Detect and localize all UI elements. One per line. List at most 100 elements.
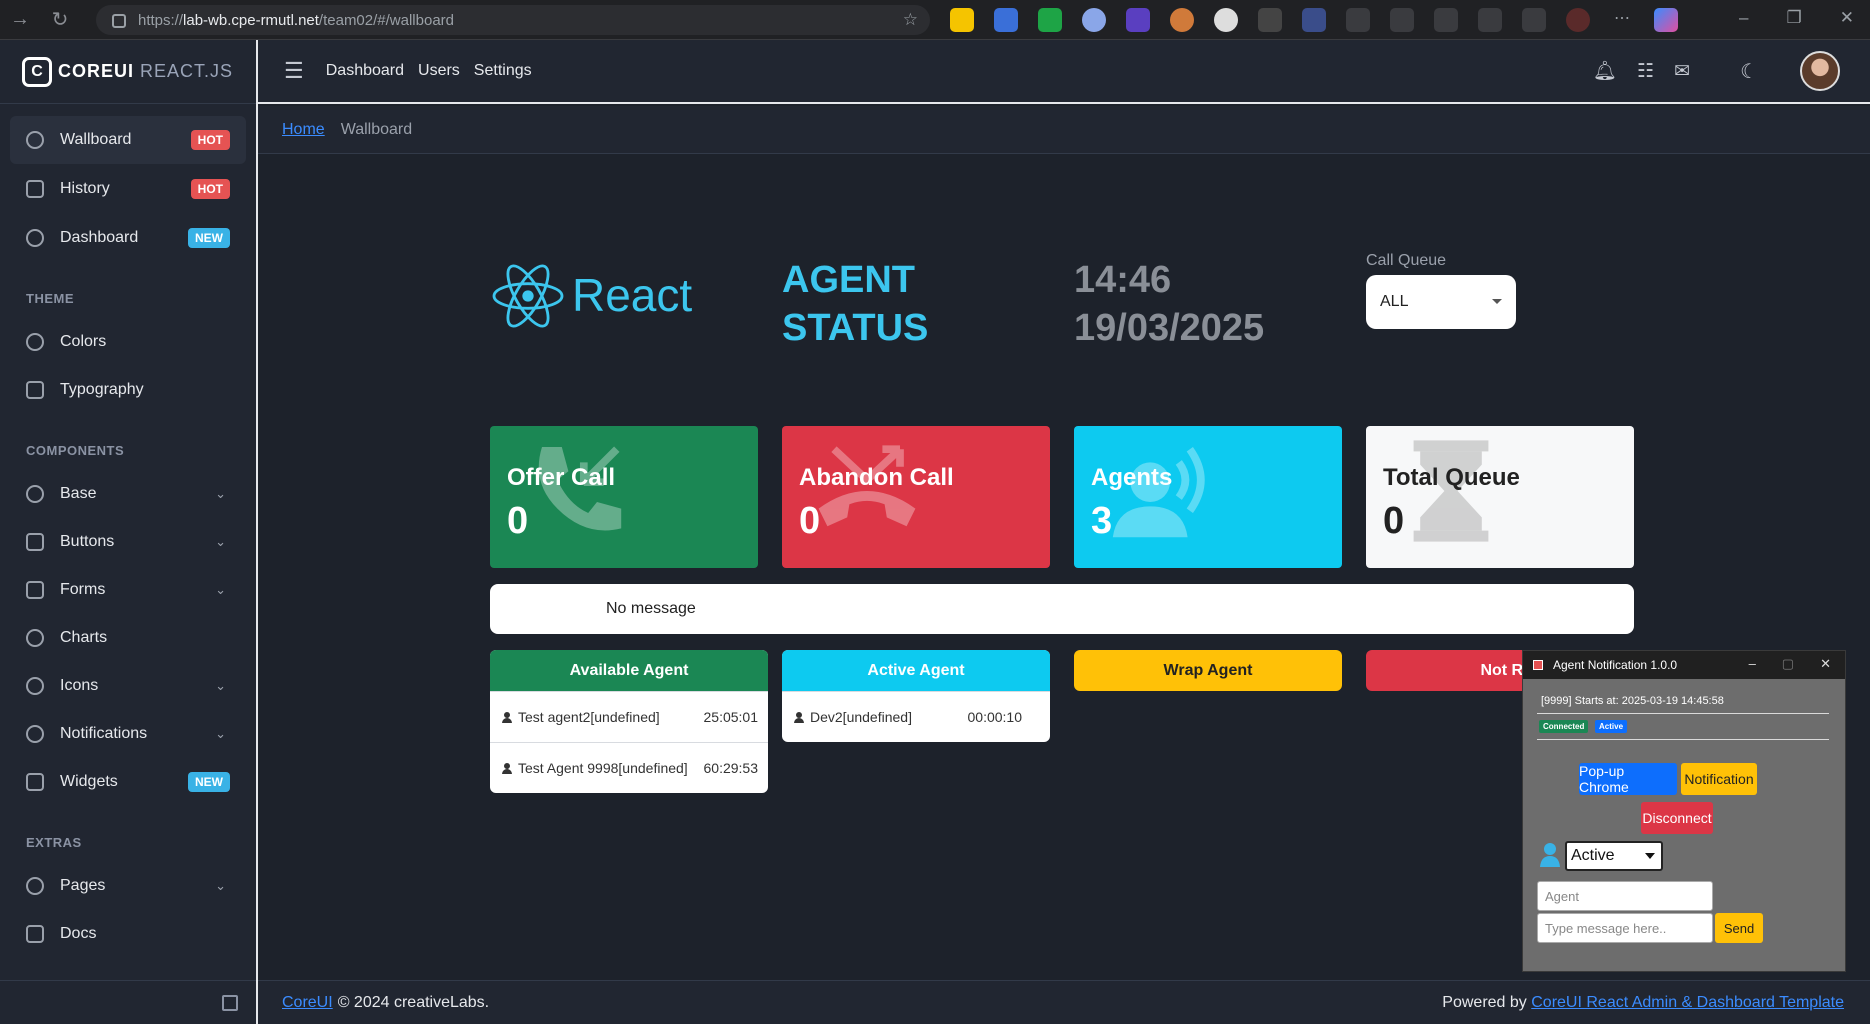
lock-icon [112,14,126,28]
avatar[interactable] [1800,51,1840,91]
forward-icon[interactable]: → [0,0,40,40]
browser-toolbar: → ↻ https:// lab-wb.cpe-rmutl.net /team0… [0,0,1870,40]
header-nav-users[interactable]: Users [418,62,460,80]
moon-icon[interactable]: ☾ [1740,59,1758,84]
breadcrumb-home-link[interactable]: Home [282,121,325,139]
sidebar-item-colors[interactable]: Colors [10,318,246,366]
sidebar-item-docs[interactable]: Docs [10,910,246,958]
sidebar-item-label: Notifications [60,725,148,742]
reload-icon[interactable]: ↻ [40,0,80,40]
hot-badge: HOT [190,179,230,199]
more-icon[interactable]: ⋯ [1610,8,1634,32]
divider [1537,713,1829,714]
chevron-down-icon: ⌄ [215,678,226,693]
user-icon [1540,843,1560,867]
bell-icon [26,725,44,743]
menu-icon[interactable]: ☰ [284,58,304,84]
sidebar-item-icons[interactable]: Icons ⌄ [10,662,246,710]
record-extension-icon[interactable] [1214,8,1238,32]
notification-button[interactable]: Notification [1681,763,1757,795]
agent-name: Test agent2[undefined] [518,709,660,725]
sidebar-item-charts[interactable]: Charts [10,614,246,662]
search-extension-icon[interactable] [1082,8,1106,32]
title-line: AGENT [782,259,915,301]
sidebar-item-notifications[interactable]: Notifications ⌄ [10,710,246,758]
envelope-open-icon[interactable]: ✉ [1674,60,1690,83]
brand[interactable]: C COREUI REACT.JS [0,40,256,104]
sidebar-item-buttons[interactable]: Buttons ⌄ [10,518,246,566]
sidebar-item-base[interactable]: Base ⌄ [10,470,246,518]
extension-icon[interactable] [1038,8,1062,32]
active-badge: Active [1595,720,1628,733]
message-input[interactable]: Type message here.. [1537,913,1713,943]
footer-copyright: © 2024 creativeLabs. [337,993,490,1011]
sidebar-item-pages[interactable]: Pages ⌄ [10,862,246,910]
history-icon[interactable] [1434,8,1458,32]
minimize-icon[interactable]: – [1739,8,1748,28]
agent-input[interactable]: Agent [1537,881,1713,911]
send-button[interactable]: Send [1715,913,1763,943]
sidebar-item-label: Pages [60,877,106,894]
card-value: 3 [1091,500,1113,542]
session-info: [9999] Starts at: 2025-03-19 14:45:58 [1541,695,1724,707]
header-nav-settings[interactable]: Settings [474,62,532,80]
card-title: Agents [1091,464,1173,491]
footer-template-link[interactable]: CoreUI React Admin & Dashboard Template [1531,994,1844,1011]
download-icon[interactable] [1478,8,1502,32]
footer-coreui-link[interactable]: CoreUI [282,994,333,1012]
list-icon[interactable]: ☷ [1637,60,1654,83]
calculator-icon [26,773,44,791]
sidebar-item-widgets[interactable]: Widgets NEW [10,758,246,806]
app-icon [1533,660,1543,670]
function-extension-icon[interactable] [1258,8,1282,32]
status-select[interactable]: Active [1565,841,1663,871]
connected-badge: Connected [1539,720,1589,733]
close-icon[interactable]: ✕ [1820,656,1831,672]
clock-date: 19/03/2025 [1074,307,1265,349]
sidebar-item-history[interactable]: History HOT [10,165,246,213]
user-icon [502,711,512,723]
cookie-extension-icon[interactable] [1170,8,1194,32]
call-queue-select[interactable]: ALL [1366,275,1516,329]
call-queue-value: ALL [1380,293,1409,310]
sidebar-item-forms[interactable]: Forms ⌄ [10,566,246,614]
available-agent-panel: Available Agent Test agent2[undefined] 2… [490,650,768,793]
call-queue-label: Call Queue [1366,252,1447,269]
extension-icon[interactable] [950,8,974,32]
sidebar: C COREUI REACT.JS Wallboard HOT History H… [0,40,258,1024]
window-titlebar: Agent Notification 1.0.0 – ▢ ✕ [1523,651,1845,679]
copilot-icon[interactable] [1654,8,1678,32]
minimize-icon[interactable]: – [1749,656,1756,672]
wrap-agent-panel: Wrap Agent [1074,650,1342,691]
screenshot-icon[interactable] [1522,8,1546,32]
extension-icon[interactable] [1126,8,1150,32]
sidebar-item-wallboard[interactable]: Wallboard HOT [10,116,246,164]
section-title-theme: THEME [26,291,74,306]
popup-chrome-button[interactable]: Pop-up Chrome [1579,763,1677,795]
restore-icon[interactable]: ❐ [1787,8,1802,28]
address-bar[interactable]: https:// lab-wb.cpe-rmutl.net /team02/#/… [96,5,930,35]
disconnect-button[interactable]: Disconnect [1641,802,1713,834]
favorites-icon[interactable] [1390,8,1414,32]
agent-notification-window: Agent Notification 1.0.0 – ▢ ✕ [9999] St… [1522,650,1846,972]
maximize-icon[interactable]: ▢ [1782,656,1794,672]
message-bar: No message [490,584,1634,634]
sidebar-toggler-icon[interactable] [222,995,238,1011]
bookmark-star-icon[interactable]: ☆ [903,10,918,30]
puzzle-icon[interactable] [1346,8,1370,32]
bell-icon[interactable]: 🔔︎ [1593,59,1617,83]
status-value: Active [1571,847,1615,864]
document-icon [26,180,44,198]
url-prefix: https:// [138,11,184,29]
sidebar-item-dashboard[interactable]: Dashboard NEW [10,214,246,262]
brand-name: COREUI [58,61,135,81]
header-nav-dashboard[interactable]: Dashboard [326,62,404,80]
panel-title: Wrap Agent [1074,650,1342,691]
clock-time: 14:46 [1074,259,1172,301]
sidebar-item-typography[interactable]: Typography [10,366,246,414]
window-controls: – ❐ ✕ [1739,8,1854,28]
profile-icon[interactable] [1566,8,1590,32]
link-extension-icon[interactable] [994,8,1018,32]
close-icon[interactable]: ✕ [1840,8,1854,28]
pen-extension-icon[interactable] [1302,8,1326,32]
